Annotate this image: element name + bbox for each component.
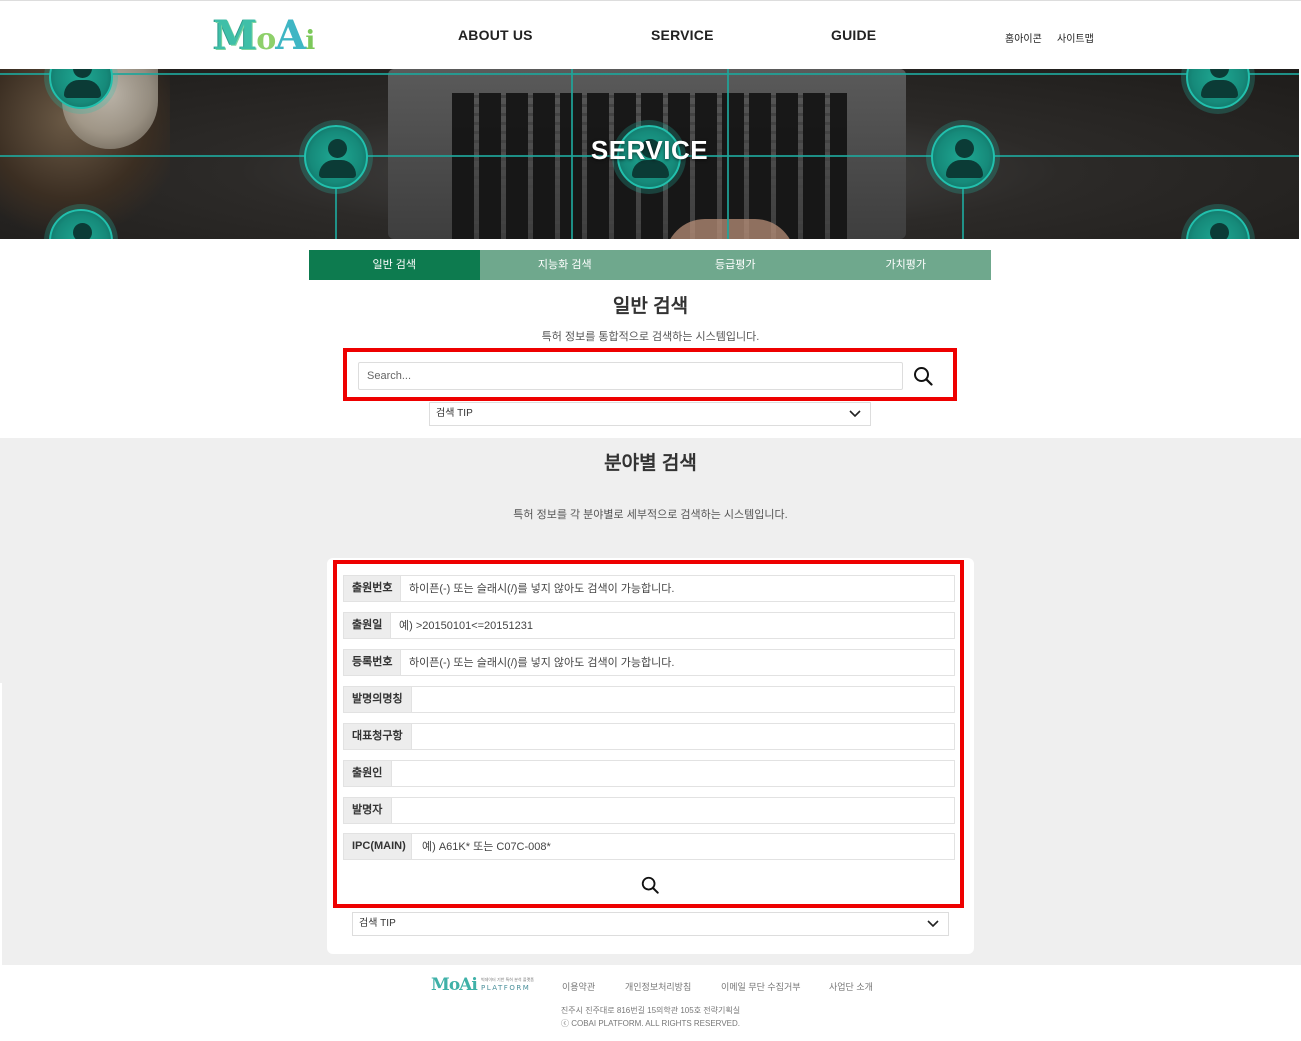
logo-letter: A <box>275 12 306 59</box>
nav-about-us[interactable]: ABOUT US <box>458 27 533 43</box>
footer-copyright: ⓒ COBAI PLATFORM. ALL RIGHTS RESERVED. <box>560 1019 740 1028</box>
section-edge <box>0 683 2 965</box>
user-node-icon <box>1186 209 1250 239</box>
logo-letter: o <box>256 22 276 57</box>
service-banner: SERVICE <box>0 69 1299 239</box>
network-line <box>0 73 1299 75</box>
search-tip-label: 검색 TIP <box>359 918 396 929</box>
home-link[interactable]: 홈아이콘 <box>1005 30 1042 45</box>
site-header: MoAi ABOUT US SERVICE GUIDE 홈아이콘 사이트맵 <box>0 1 1301 69</box>
search-icon[interactable] <box>912 365 934 387</box>
search-tip-dropdown[interactable]: 검색 TIP <box>429 402 871 426</box>
field-search-description: 특허 정보를 각 분야별로 세부적으로 검색하는 시스템입니다. <box>513 509 788 521</box>
footer-link-about[interactable]: 사업단 소개 <box>829 980 873 993</box>
banner-title: SERVICE <box>590 135 709 165</box>
field-search-title: 분야별 검색 <box>604 453 697 474</box>
tab-general-search[interactable]: 일반 검색 <box>309 250 480 280</box>
general-search-title: 일반 검색 <box>612 296 689 317</box>
logo-letter: M <box>213 12 257 59</box>
chevron-down-icon <box>927 920 939 928</box>
moai-logo[interactable]: MoAi <box>213 16 315 61</box>
page: MoAi ABOUT US SERVICE GUIDE 홈아이콘 사이트맵 SE… <box>0 0 1301 1041</box>
user-node-icon <box>1186 69 1250 109</box>
footer-logo-subtitle: 빅데이터 기반 특허 분석 플랫폼 <box>481 977 534 982</box>
search-input[interactable] <box>358 362 903 390</box>
service-tabs: 일반 검색 지능화 검색 등급평가 가치평가 <box>309 250 991 280</box>
tab-value-evaluation[interactable]: 가치평가 <box>820 250 991 280</box>
search-tip-label: 검색 TIP <box>436 408 473 419</box>
nav-guide[interactable]: GUIDE <box>831 27 876 43</box>
footer-logo-text: MoAi <box>431 975 478 995</box>
logo-letter: i <box>305 26 315 56</box>
tab-grade-evaluation[interactable]: 등급평가 <box>650 250 821 280</box>
sitemap-link[interactable]: 사이트맵 <box>1057 30 1094 45</box>
footer-logo-platform: PLATFORM <box>481 984 531 992</box>
footer-link-email-refusal[interactable]: 이메일 무단 수집거부 <box>721 980 801 993</box>
tab-intelligent-search[interactable]: 지능화 검색 <box>479 250 650 280</box>
highlight-box <box>333 560 964 908</box>
footer-address: 진주시 진주대로 816번길 15의학관 105호 전략기획실 <box>560 1006 741 1015</box>
chevron-down-icon <box>849 410 861 418</box>
general-search-description: 특허 정보를 통합적으로 검색하는 시스템입니다. <box>541 331 760 343</box>
field-search-tip-dropdown[interactable]: 검색 TIP <box>352 912 949 936</box>
footer-link-terms[interactable]: 이용약관 <box>562 980 595 993</box>
footer-link-privacy[interactable]: 개인정보처리방침 <box>625 980 691 993</box>
nav-service[interactable]: SERVICE <box>651 27 714 43</box>
footer-logo[interactable]: MoAi 빅데이터 기반 특허 분석 플랫폼 PLATFORM <box>431 975 534 995</box>
